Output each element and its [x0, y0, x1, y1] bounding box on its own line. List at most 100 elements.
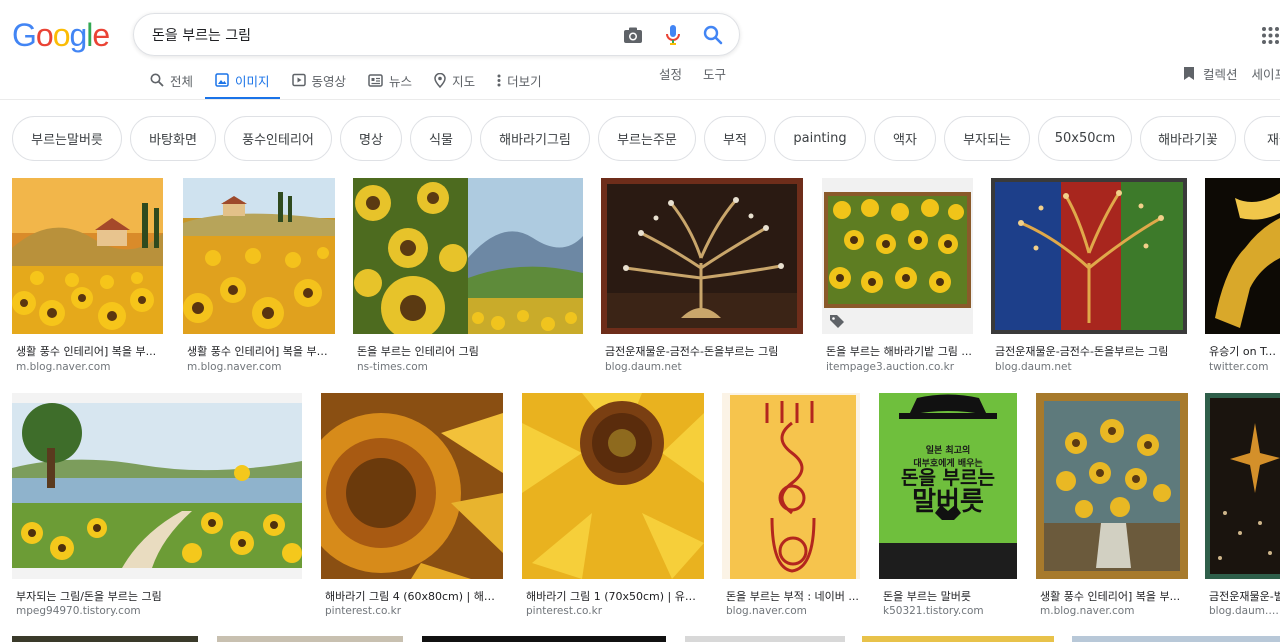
microphone-icon[interactable] [660, 22, 686, 48]
chip[interactable]: 명상 [340, 116, 402, 161]
result-caption[interactable]: 유승기 on Twitt [1209, 343, 1280, 359]
chip[interactable]: painting [774, 116, 866, 161]
settings-link[interactable]: 설정 [659, 64, 682, 83]
image-result-partial[interactable] [217, 636, 403, 642]
image-result[interactable]: 일본 최고의 대부호에게 배우는 돈을 부르는 말버릇 돈을 부르는 말버릇 k… [879, 393, 1018, 623]
image-result-partial[interactable] [422, 636, 666, 642]
image-result[interactable]: 금전운재물운-금전수-돈을부르는 그림 blog.daum.net [601, 178, 804, 376]
book-title1: 돈을 부르는 [900, 467, 995, 489]
result-caption[interactable]: 돈을 부르는 인테리어 그림 [357, 343, 583, 359]
book-title2: 말버릇 [912, 486, 984, 517]
result-source: k50321.tistory.com [883, 605, 984, 617]
result-thumbnail[interactable] [1036, 393, 1188, 579]
result-thumbnail[interactable] [822, 178, 973, 334]
result-source: pinterest.co.kr [325, 605, 402, 617]
tab-label: 뉴스 [389, 73, 413, 89]
result-thumbnail[interactable] [991, 178, 1187, 334]
tab-label: 전체 [170, 73, 194, 89]
image-result[interactable]: 금전운재물운-금전수-돈을부르는 그림 blog.daum.net [991, 178, 1187, 376]
chip[interactable]: 바탕화면 [130, 116, 216, 161]
google-logo[interactable]: Google [12, 17, 110, 54]
more-vert-icon [497, 74, 501, 87]
logo-letter: e [92, 17, 110, 53]
tab-all[interactable]: 전체 [150, 64, 193, 96]
result-caption[interactable]: 생활 풍수 인테리어] 복을 부르... [187, 343, 335, 359]
image-result-partial[interactable] [862, 636, 1054, 642]
chip[interactable]: 부르는말버릇 [12, 116, 122, 161]
result-caption[interactable]: 해바라기 그림 1 (70x50cm) | 유화,... [526, 588, 704, 604]
result-thumbnail[interactable] [722, 393, 860, 579]
chip[interactable]: 부적 [704, 116, 766, 161]
image-result[interactable]: 생활 풍수 인테리어] 복을 부... m.blog.naver.com [1036, 393, 1188, 623]
chip[interactable]: 해바라기그림 [480, 116, 590, 161]
image-result[interactable]: 부자되는 그림/돈을 부르는 그림 mpeg94970.tistory.com [12, 393, 303, 623]
camera-icon[interactable] [620, 22, 646, 48]
result-caption[interactable]: 금전운재물운-금전수-돈을부르는 그림 [995, 343, 1187, 359]
result-thumbnail[interactable] [353, 178, 583, 334]
chip[interactable]: 해바라기꽃 [1140, 116, 1236, 161]
chip[interactable]: 부자되는 [944, 116, 1030, 161]
result-caption[interactable]: 돈을 부르는 부적 : 네이버 ... [726, 588, 860, 604]
tab-more[interactable]: 더보기 [497, 64, 542, 96]
search-input[interactable] [152, 24, 592, 46]
image-result[interactable]: 해바라기 그림 1 (70x50cm) | 유화,... pinterest.c… [522, 393, 704, 623]
image-icon [215, 73, 229, 87]
result-caption[interactable]: 해바라기 그림 4 (60x80cm) | 해바... [325, 588, 503, 604]
result-source: blog.daum.net [995, 361, 1072, 373]
image-result-partial[interactable] [12, 636, 198, 642]
result-thumbnail[interactable] [321, 393, 503, 579]
tools-link[interactable]: 도구 [703, 64, 726, 83]
logo-letter: o [35, 17, 54, 53]
result-thumbnail[interactable] [12, 393, 302, 579]
chip[interactable]: 식물 [410, 116, 472, 161]
result-source: itempage3.auction.co.kr [826, 361, 955, 373]
result-source: blog.daum.net [605, 361, 682, 373]
result-thumbnail[interactable] [1205, 178, 1280, 334]
apps-grid-icon[interactable] [1261, 26, 1280, 45]
result-thumbnail[interactable] [1205, 393, 1280, 579]
image-result-partial[interactable] [1072, 636, 1280, 642]
result-caption[interactable]: 금전운재물운-금전수-돈을부르는 그림 [605, 343, 803, 359]
result-thumbnail[interactable] [601, 178, 803, 334]
image-result[interactable]: 생활 풍수 인테리어] 복을 부르... m.blog.naver.com [183, 178, 335, 376]
logo-letter: G [12, 17, 37, 53]
result-source: blog.daum.net [1209, 605, 1280, 617]
tab-images[interactable]: 이미지 [205, 64, 279, 100]
result-caption[interactable]: 생활 풍수 인테리어] 복을 부... [1040, 588, 1188, 604]
result-thumbnail[interactable] [183, 178, 335, 334]
result-thumbnail[interactable] [522, 393, 704, 579]
image-result[interactable]: 유승기 on Twitt twitter.com [1205, 178, 1280, 376]
tab-videos[interactable]: 동영상 [291, 64, 346, 96]
chip[interactable]: 부르는주문 [598, 116, 696, 161]
result-source: m.blog.naver.com [187, 361, 282, 373]
video-icon [291, 73, 306, 87]
book-line1: 일본 최고의 [925, 446, 971, 456]
chip[interactable]: 재물 [1244, 116, 1280, 161]
safe-search-label[interactable]: 세이프 [1252, 64, 1280, 83]
image-result[interactable]: 금전운재물운-벌 blog.daum.net [1205, 393, 1280, 623]
result-caption[interactable]: 돈을 부르는 말버릇 [883, 588, 1017, 604]
result-source: pinterest.co.kr [526, 605, 603, 617]
result-caption[interactable]: 돈을 부르는 해바라기밭 그림 ... [826, 343, 973, 359]
search-icon[interactable] [700, 22, 726, 48]
image-result[interactable]: 돈을 부르는 부적 : 네이버 ... blog.naver.com [722, 393, 861, 623]
chip[interactable]: 풍수인테리어 [224, 116, 332, 161]
image-result[interactable]: 생활 풍수 인테리어] 복을 부... m.blog.naver.com [12, 178, 164, 376]
image-result[interactable]: 해바라기 그림 4 (60x80cm) | 해바... pinterest.co… [321, 393, 503, 623]
search-tabs: 전체 이미지 동영상 뉴스 지도 더보기 [150, 62, 564, 100]
collections-link[interactable]: 컬렉션 세이프 [1183, 64, 1280, 83]
result-caption[interactable]: 생활 풍수 인테리어] 복을 부... [16, 343, 162, 359]
book-cover-title: 돈을 부르는 말버릇 [883, 467, 1013, 517]
chip[interactable]: 50x50cm [1038, 116, 1132, 161]
result-thumbnail[interactable]: 일본 최고의 대부호에게 배우는 돈을 부르는 말버릇 [879, 393, 1017, 579]
tab-maps[interactable]: 지도 [434, 64, 475, 96]
tab-news[interactable]: 뉴스 [368, 64, 412, 96]
image-result[interactable]: 돈을 부르는 해바라기밭 그림 ... itempage3.auction.co… [822, 178, 973, 376]
image-result[interactable]: 돈을 부르는 인테리어 그림 ns-times.com [353, 178, 583, 376]
image-result-partial[interactable] [685, 636, 845, 642]
result-caption[interactable]: 금전운재물운-벌 [1209, 588, 1280, 604]
product-tag-icon [828, 314, 846, 328]
result-thumbnail[interactable] [12, 178, 163, 334]
chip[interactable]: 액자 [874, 116, 936, 161]
result-caption[interactable]: 부자되는 그림/돈을 부르는 그림 [16, 588, 302, 604]
